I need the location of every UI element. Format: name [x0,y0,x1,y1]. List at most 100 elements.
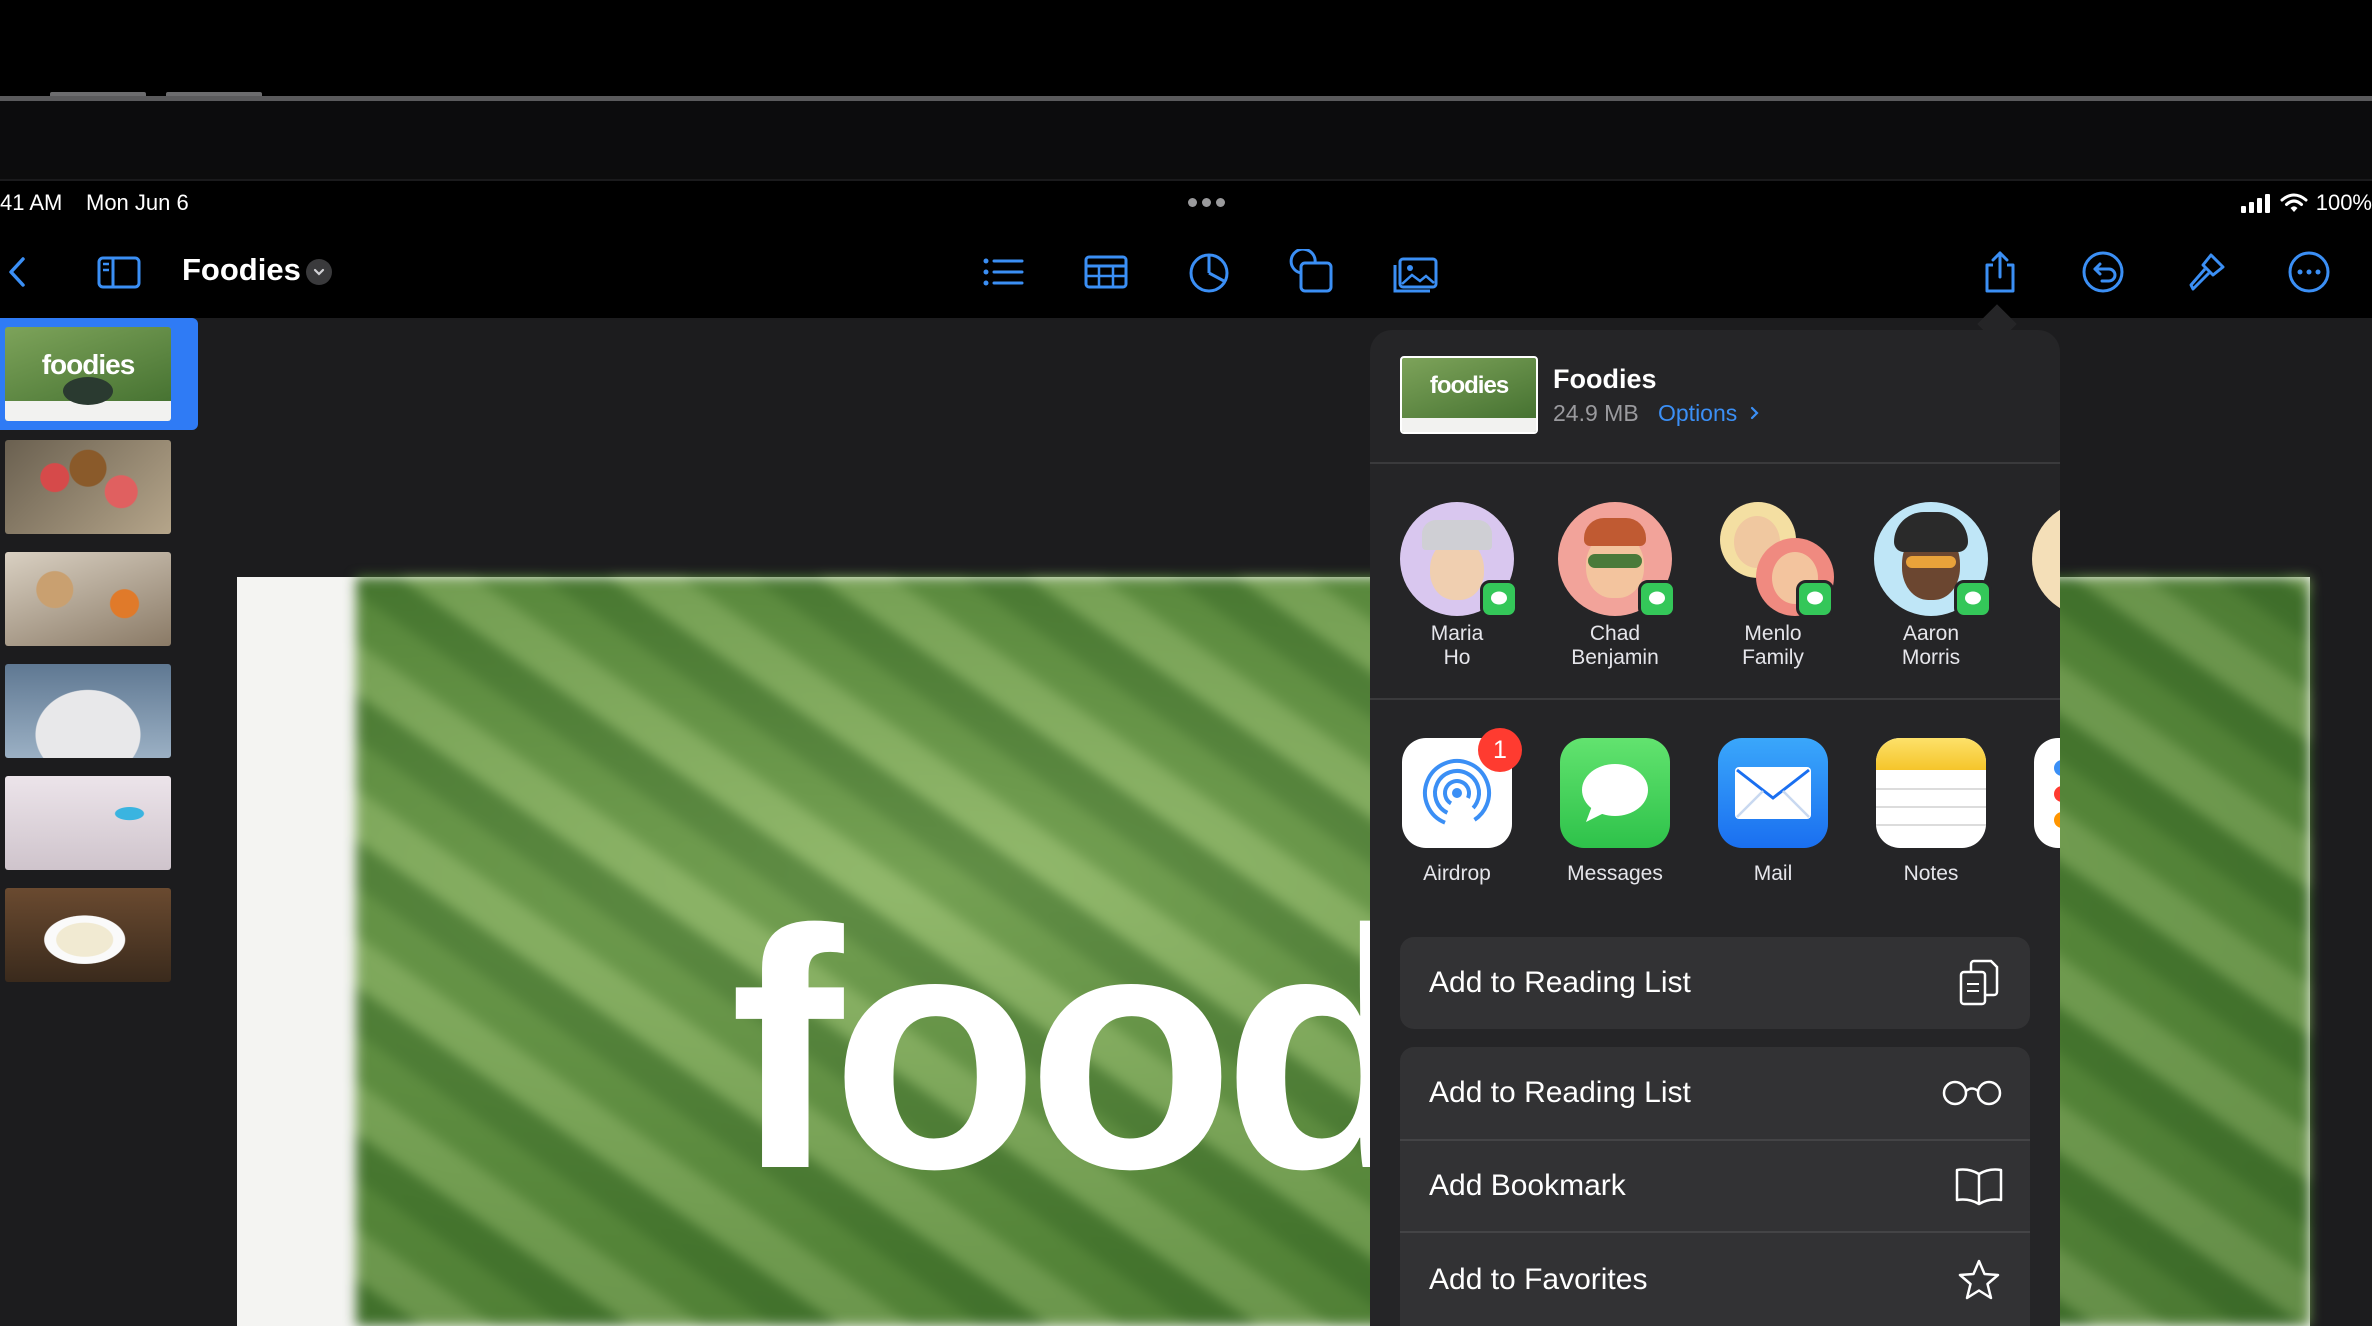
app-notes[interactable]: Notes [1861,738,2001,886]
person-name-line1: S [2019,622,2060,646]
sidebar-toggle-button[interactable] [91,244,147,300]
undo-button[interactable] [2075,244,2131,300]
share-file-size: 24.9 MB [1553,400,1639,426]
app-messages[interactable]: Messages [1545,738,1685,886]
notes-icon [1876,738,1986,848]
action-label: Add to Favorites [1429,1262,1648,1296]
share-file-title: Foodies [1553,364,1657,394]
chevron-left-icon [9,257,25,287]
slide-thumbnail-1[interactable]: foodies [5,327,171,421]
people-suggestions: Maria Ho Chad Benjamin Menlo Family Aaro… [1370,466,2060,700]
glasses-icon [1940,1068,2004,1118]
action-label: Add to Reading List [1429,966,1691,999]
app-label: Airdrop [1423,862,1491,885]
list-button[interactable] [975,244,1031,300]
slide-thumbnail-4[interactable] [5,664,171,758]
app-mail[interactable]: Mail [1703,738,1843,886]
options-link[interactable]: Options [1658,400,1762,427]
person-partial[interactable]: S [2019,502,2060,646]
chevron-down-icon [313,268,325,276]
person-maria-ho[interactable]: Maria Ho [1387,502,1527,670]
share-icon [1985,251,2015,293]
message-badge-icon [1638,580,1676,618]
status-time: 41 AM [0,190,63,215]
reminders-icon [2034,738,2060,848]
cellular-signal-icon [2240,194,2270,213]
status-bar [0,183,2372,225]
app-label: Re [2019,862,2060,886]
format-button[interactable] [2178,244,2234,300]
slide-thumbnail-5[interactable] [5,776,171,870]
shapes-button[interactable] [1284,244,1340,300]
media-button[interactable] [1387,244,1443,300]
document-title[interactable]: Foodies [182,252,301,288]
action-label: Add to Reading List [1429,1076,1691,1109]
person-name-line1: Chad [1589,622,1641,645]
status-date: Mon Jun 6 [86,190,189,215]
share-button[interactable] [1972,244,2028,300]
pie-chart-icon [1189,253,1229,293]
person-name-line2: Family [1742,646,1804,669]
document-thumbnail-title: foodies [1429,372,1509,399]
paintbrush-icon [2189,253,2225,291]
action-add-to-reading-list-copy[interactable]: Add to Reading List [1400,937,2030,1029]
action-add-bookmark[interactable]: Add Bookmark [1400,1141,2030,1231]
multitasking-dots-icon[interactable] [1188,198,1232,210]
app-airdrop[interactable]: 1 Airdrop [1387,728,1527,886]
wifi-icon [2280,193,2308,212]
action-add-to-reading-list[interactable]: Add to Reading List [1400,1047,2030,1139]
avatar [1558,502,1676,618]
app-label: Mail [1753,862,1793,885]
person-chad-benjamin[interactable]: Chad Benjamin [1545,502,1685,670]
table-icon [1084,255,1128,289]
person-name-line2: Morris [1901,646,1961,669]
sidebar-icon [97,256,141,289]
ellipsis-circle-icon [2288,251,2330,293]
slide-thumbnail-2[interactable] [5,440,171,534]
mail-icon [1718,738,1828,848]
message-badge-icon [1796,580,1834,618]
app-share-row: 1 Airdrop Messages Mail Notes [1370,702,2060,932]
message-badge-icon [1480,580,1518,618]
message-badge-icon [1954,580,1992,618]
airdrop-icon: 1 [1402,728,1522,848]
person-name-line1: Menlo [1744,622,1802,645]
chevron-right-icon [1750,406,1759,420]
share-sheet: foodies Foodies 24.9 MB Options Maria Ho [1370,330,2060,1326]
star-icon [1954,1255,2004,1305]
avatar [1716,502,1834,618]
photo-icon [1393,257,1438,293]
person-aaron-morris[interactable]: Aaron Morris [1861,502,2001,670]
title-menu-button[interactable] [306,259,332,285]
options-label: Options [1658,400,1738,426]
avatar [2032,502,2060,616]
app-reminders[interactable]: Re [2019,738,2060,886]
document-thumbnail: foodies [1400,356,1538,434]
slide-thumbnail-6[interactable] [5,888,171,982]
messages-icon [1560,738,1670,848]
avatar [1874,502,1992,618]
slide-thumbnail-3[interactable] [5,552,171,646]
copy-icon [1954,958,2004,1008]
top-bezel [0,0,2372,98]
notification-badge: 1 [1478,728,1522,772]
table-button[interactable] [1078,244,1134,300]
undo-icon [2082,251,2124,293]
person-name-line2: Benjamin [1571,646,1659,669]
person-menlo-family[interactable]: Menlo Family [1703,502,1843,670]
back-button[interactable] [0,244,46,300]
avatar [1400,502,1518,618]
app-label: Messages [1567,862,1663,885]
list-icon [983,258,1024,286]
app-label: Notes [1903,862,1959,885]
chart-button[interactable] [1181,244,1237,300]
slide-headline[interactable]: food [730,880,1430,1220]
battery-percent: 100% [2315,190,2372,215]
status-indicators: 100% [2240,188,2372,218]
shapes-icon [1289,249,1333,293]
person-name-line1: Maria [1430,622,1484,645]
more-button[interactable] [2281,244,2337,300]
action-label: Add Bookmark [1429,1169,1626,1202]
share-header: foodies Foodies 24.9 MB Options [1370,330,2060,464]
action-add-to-favorites[interactable]: Add to Favorites [1400,1233,2030,1326]
